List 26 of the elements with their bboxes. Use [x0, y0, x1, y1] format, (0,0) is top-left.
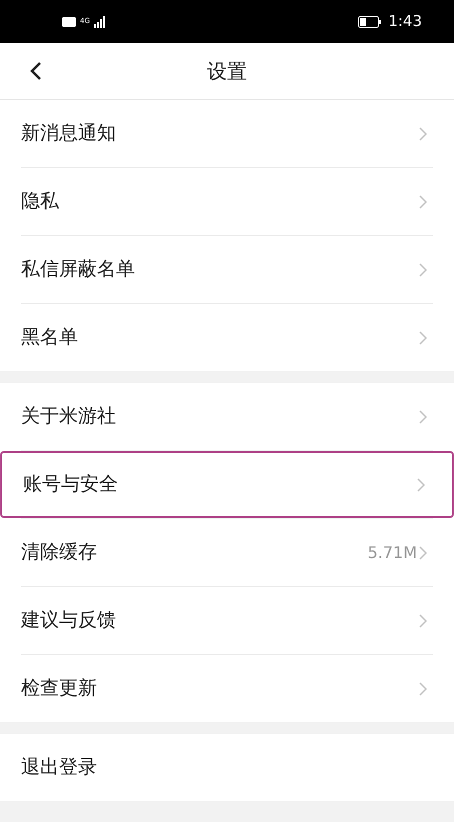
chevron-right-icon — [419, 614, 427, 628]
battery-icon — [358, 16, 382, 28]
hd-badge-icon — [62, 16, 76, 26]
item-label: 隐私 — [21, 189, 59, 214]
item-label: 账号与安全 — [23, 472, 118, 498]
cache-size: 5.71M — [368, 542, 417, 564]
item-label: 黑名单 — [21, 325, 78, 350]
chevron-right-icon — [419, 410, 427, 424]
chevron-right-icon — [419, 126, 427, 140]
signal-icon — [94, 16, 106, 28]
page-title: 设置 — [207, 58, 247, 85]
logout-button[interactable]: 退出登录 — [0, 734, 454, 801]
item-label: 关于米游社 — [21, 404, 116, 430]
clock: 1:43 — [388, 11, 422, 32]
chevron-right-icon — [419, 194, 427, 208]
chevron-right-icon — [419, 546, 427, 560]
chevron-right-icon — [419, 330, 427, 344]
chevron-right-icon — [417, 478, 425, 492]
item-label: 建议与反馈 — [21, 608, 116, 634]
item-label: 检查更新 — [21, 676, 97, 702]
settings-item[interactable]: 账号与安全 — [0, 451, 454, 518]
chevron-right-icon — [419, 682, 427, 696]
item-label: 清除缓存 — [21, 540, 97, 566]
chevron-right-icon — [419, 262, 427, 276]
item-label: 新消息通知 — [21, 121, 116, 146]
item-label: 私信屏蔽名单 — [21, 257, 135, 282]
